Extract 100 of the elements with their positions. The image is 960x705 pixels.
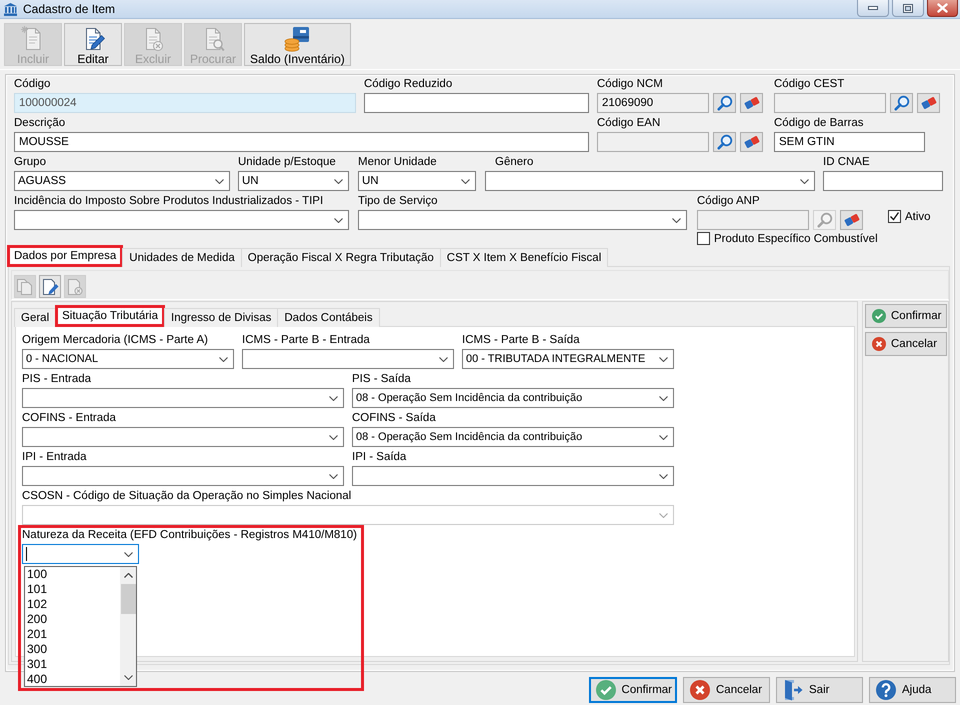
- search-button[interactable]: [890, 93, 913, 113]
- text-field[interactable]: MOUSSE: [14, 132, 589, 152]
- tab[interactable]: Dados por Empresa: [7, 245, 124, 267]
- field-label: Menor Unidade: [358, 155, 437, 170]
- confirm-button[interactable]: Confirmar: [865, 304, 947, 328]
- dropdown[interactable]: 00 - TRIBUTADA INTEGRALMENTE: [462, 349, 674, 369]
- dropdown[interactable]: [485, 171, 815, 191]
- field-label: PIS - Saída: [352, 372, 411, 387]
- toolbar-button[interactable]: [39, 275, 61, 298]
- dropdown[interactable]: UN: [358, 171, 476, 191]
- search-button[interactable]: [713, 132, 736, 152]
- list-option[interactable]: 400: [25, 672, 120, 687]
- search-icon: [716, 95, 732, 111]
- list-option[interactable]: 100: [25, 567, 120, 582]
- chevron-down-icon: [659, 512, 668, 518]
- list-option[interactable]: 201: [25, 627, 120, 642]
- tab[interactable]: Situação Tributária: [55, 305, 166, 327]
- chevron-down-icon: [124, 675, 132, 680]
- dropdown[interactable]: UN: [238, 171, 349, 191]
- dropdown[interactable]: [22, 466, 344, 486]
- chevron-up-icon: [124, 573, 132, 578]
- field-label: Descrição: [14, 116, 66, 131]
- text-field[interactable]: [823, 171, 943, 191]
- help-button[interactable]: Ajuda: [869, 677, 956, 703]
- tab[interactable]: Ingresso de Divisas: [164, 308, 278, 327]
- documents-icon: [16, 278, 34, 296]
- field-label: Código ANP: [697, 194, 760, 209]
- scrollbar-thumb[interactable]: [120, 584, 136, 614]
- eraser-icon: [844, 213, 860, 227]
- chevron-down-icon: [659, 396, 668, 400]
- chevron-down-icon: [215, 178, 224, 184]
- clear-button[interactable]: [917, 93, 940, 113]
- chevron-down-icon: [461, 178, 470, 184]
- dropdown[interactable]: [358, 210, 687, 230]
- confirm-button[interactable]: Confirmar: [588, 677, 677, 703]
- chevron-down-icon: [659, 434, 668, 440]
- text-field[interactable]: SEM GTIN: [774, 132, 925, 152]
- eraser-icon: [744, 135, 760, 149]
- exit-button[interactable]: Sair: [776, 677, 863, 703]
- tab[interactable]: Geral: [14, 308, 56, 327]
- field-label: Código CEST: [774, 77, 844, 92]
- tab[interactable]: CST X Item X Benefício Fiscal: [440, 248, 608, 267]
- chevron-down-icon: [334, 178, 343, 184]
- field-label: Unidade p/Estoque: [238, 155, 336, 170]
- dropdown[interactable]: [22, 544, 139, 564]
- tab[interactable]: Dados Contábeis: [277, 308, 380, 327]
- clear-button[interactable]: [840, 210, 863, 230]
- text-field[interactable]: 21069090: [597, 93, 709, 113]
- dropdown[interactable]: 08 - Operação Sem Incidência da contribuição: [352, 388, 674, 408]
- clear-button[interactable]: [740, 93, 763, 113]
- field-label: Natureza da Receita (EFD Contribuições - Registros M410/M810): [22, 528, 357, 543]
- list-option[interactable]: 300: [25, 642, 120, 657]
- search-icon: [816, 212, 832, 228]
- dropdown[interactable]: [242, 349, 454, 369]
- dropdown[interactable]: [14, 210, 349, 230]
- dropdown[interactable]: [22, 427, 344, 447]
- dropdown[interactable]: 08 - Operação Sem Incidência da contribuição: [352, 427, 674, 447]
- cancel-button[interactable]: Cancelar: [683, 677, 770, 703]
- clear-button[interactable]: [740, 132, 763, 152]
- field-label: Código de Barras: [774, 116, 864, 131]
- check-circle-icon: [596, 680, 616, 700]
- close-button[interactable]: [927, 0, 958, 17]
- text-field[interactable]: [597, 132, 709, 152]
- tab[interactable]: Operação Fiscal X Regra Tributação: [240, 248, 441, 267]
- x-circle-icon: [690, 680, 710, 700]
- chevron-down-icon: [439, 356, 448, 362]
- dropdown[interactable]: 0 - NACIONAL: [22, 349, 234, 369]
- search-icon: [716, 134, 732, 150]
- chevron-down-icon: [659, 474, 668, 478]
- checkbox-label: Ativo: [905, 210, 931, 222]
- field-label: Código Reduzido: [364, 77, 452, 92]
- minimize-button[interactable]: [857, 0, 889, 17]
- dropdown[interactable]: AGUASS: [14, 171, 230, 191]
- text-field[interactable]: [364, 93, 589, 113]
- chevron-down-icon: [219, 356, 228, 362]
- search-icon: [894, 95, 910, 111]
- list-option[interactable]: 101: [25, 582, 120, 597]
- checkbox[interactable]: [697, 232, 710, 245]
- checkbox[interactable]: [888, 210, 901, 223]
- coins-card-icon: [284, 26, 310, 52]
- maximize-button[interactable]: [892, 0, 924, 17]
- chevron-down-icon: [329, 474, 338, 478]
- columns-building-icon: [4, 2, 17, 16]
- toolbar-button[interactable]: Saldo (Inventário): [244, 23, 351, 66]
- cancel-button[interactable]: Cancelar: [865, 332, 947, 356]
- toolbar-button[interactable]: Editar: [64, 23, 122, 66]
- chevron-down-icon: [329, 396, 338, 400]
- field-label: Incidência do Imposto Sobre Produtos Industrializados - TIPI: [14, 194, 324, 209]
- list-option[interactable]: 200: [25, 612, 120, 627]
- scrollbar[interactable]: [120, 567, 136, 686]
- text-field[interactable]: 100000024: [14, 93, 356, 113]
- list-option[interactable]: 301: [25, 657, 120, 672]
- text-field[interactable]: [774, 93, 886, 113]
- dropdown[interactable]: [352, 466, 674, 486]
- text-field[interactable]: [697, 210, 809, 230]
- list-option[interactable]: 102: [25, 597, 120, 612]
- dropdown[interactable]: [22, 388, 344, 408]
- field-label: Código EAN: [597, 116, 660, 131]
- search-button[interactable]: [713, 93, 736, 113]
- tab[interactable]: Unidades de Medida: [122, 248, 242, 267]
